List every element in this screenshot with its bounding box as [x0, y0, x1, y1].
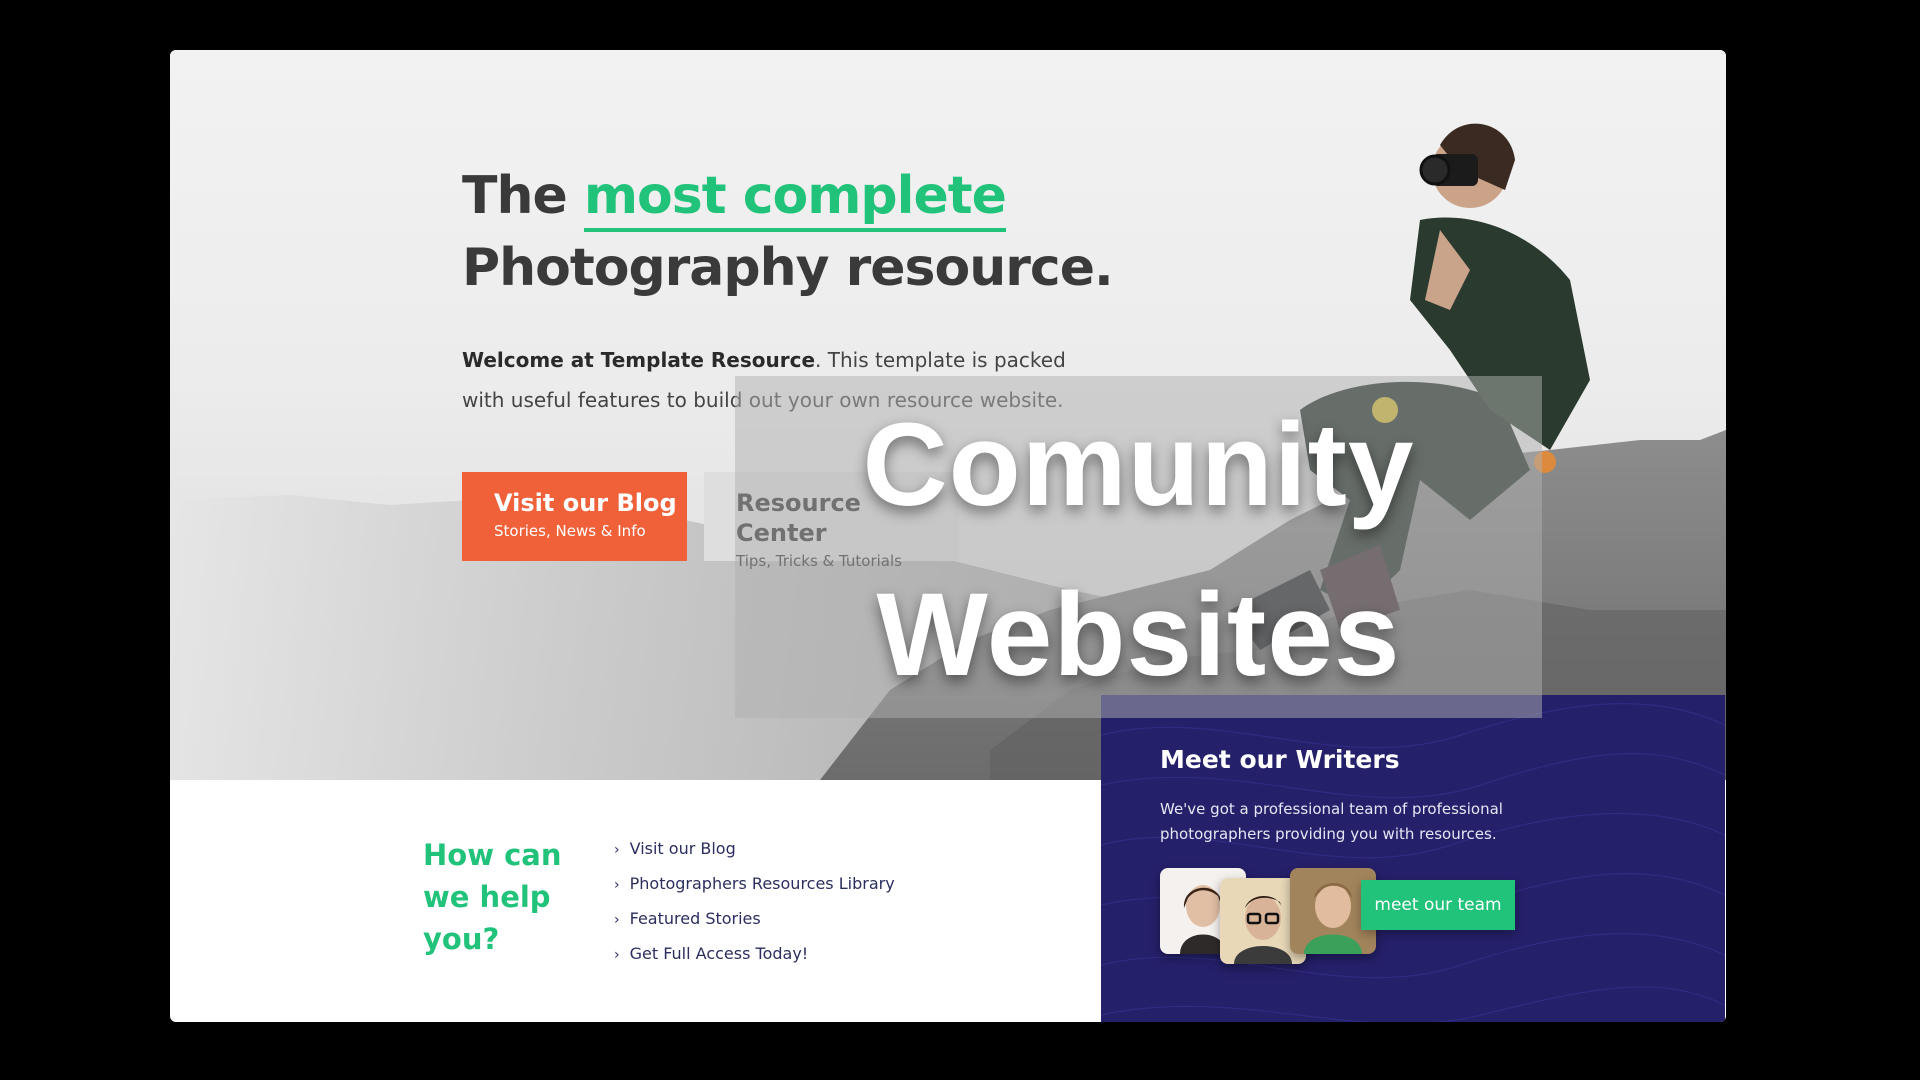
- visit-blog-sublabel: Stories, News & Info: [494, 522, 646, 540]
- help-title: How can we help you?: [423, 838, 562, 956]
- visit-blog-label: Visit our Blog: [494, 489, 677, 517]
- hero-title-line2: Photography resource.: [462, 238, 1114, 298]
- help-link-label: Visit our Blog: [629, 839, 736, 858]
- website-preview: The most complete Photography resource. …: [170, 50, 1726, 1022]
- help-link-label: Photographers Resources Library: [629, 874, 895, 893]
- writers-title: Meet our Writers: [1160, 745, 1400, 774]
- help-link-label: Get Full Access Today!: [629, 944, 809, 963]
- hero-intro-strong: Welcome at Template Resource: [462, 348, 816, 372]
- overlay-line-1: Comunity: [862, 399, 1415, 531]
- writers-panel: Meet our Writers We've got a professiona…: [1101, 695, 1725, 1022]
- meet-team-button[interactable]: meet our team: [1361, 880, 1515, 930]
- help-link-access[interactable]: › Get Full Access Today!: [614, 937, 895, 972]
- overlay-line-2: Websites: [876, 569, 1401, 701]
- writers-description: We've got a professional team of profess…: [1160, 800, 1503, 843]
- hero-title-accent: most complete: [583, 166, 1007, 232]
- chevron-right-icon: ›: [614, 912, 620, 928]
- help-link-library[interactable]: › Photographers Resources Library: [614, 867, 895, 902]
- hero-title: The most complete Photography resource.: [462, 160, 1114, 304]
- help-links: › Visit our Blog › Photographers Resources…: [614, 832, 895, 972]
- help-link-blog[interactable]: › Visit our Blog: [614, 832, 895, 867]
- help-link-label: Featured Stories: [629, 909, 761, 928]
- help-link-stories[interactable]: › Featured Stories: [614, 902, 895, 937]
- hero-title-prefix: The: [462, 166, 584, 226]
- visit-blog-button[interactable]: Visit our Blog Stories, News & Info: [462, 472, 687, 561]
- overlay-caption: Comunity Websites: [735, 380, 1542, 720]
- chevron-right-icon: ›: [614, 947, 620, 963]
- chevron-right-icon: ›: [614, 842, 620, 858]
- chevron-right-icon: ›: [614, 877, 620, 893]
